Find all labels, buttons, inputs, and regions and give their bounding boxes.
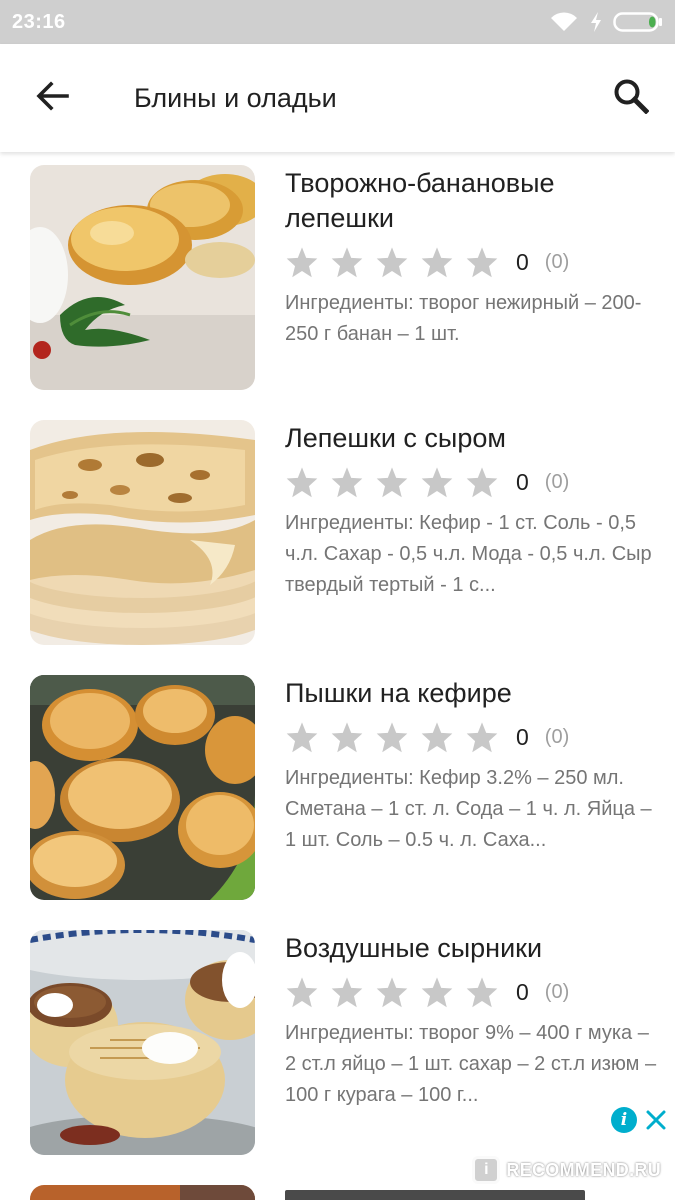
recipe-info: Воздушные сырники 0 (0) Ингредиенты: тво…	[285, 931, 665, 1111]
rating-value: 0	[516, 468, 529, 495]
recipe-ingredients: Ингредиенты: творог нежирный – 200-250 г…	[285, 292, 642, 345]
star-icon	[330, 462, 375, 502]
rating-count: (0)	[544, 725, 570, 748]
status-time: 23:16	[12, 10, 66, 33]
recipe-item[interactable]: Пышки на кефире 0 (0) Ингредиенты: Кефир…	[0, 662, 675, 917]
rating-value: 0	[516, 723, 529, 750]
close-icon[interactable]	[643, 1107, 669, 1133]
search-button[interactable]	[601, 68, 661, 128]
star-icon	[285, 242, 330, 282]
star-icon	[285, 717, 330, 757]
recipe-thumbnail	[30, 930, 255, 1155]
arrow-back-icon	[35, 80, 69, 116]
recipe-ingredients: Ингредиенты: Кефир 3.2% – 250 мл. Сметан…	[285, 767, 652, 851]
recipe-title: Пышки на кефире	[285, 678, 512, 708]
app-bar: Блины и оладьи	[0, 44, 675, 152]
ad-choices-badge[interactable]: i	[611, 1107, 669, 1133]
star-icon	[420, 717, 465, 757]
star-icon	[285, 972, 330, 1012]
recipe-thumbnail	[30, 165, 255, 390]
rating-value: 0	[516, 978, 529, 1005]
recipe-thumbnail	[30, 420, 255, 645]
rating-row: 0 (0)	[285, 456, 665, 508]
recipe-title-partial	[285, 1190, 585, 1200]
star-icon	[465, 462, 510, 502]
star-icon	[375, 242, 420, 282]
star-icon	[330, 972, 375, 1012]
star-icon	[465, 717, 510, 757]
star-icon	[285, 462, 330, 502]
recipe-info: Творожно-банановые лепешки 0 (0) Ингреди…	[285, 166, 665, 350]
recipe-item[interactable]: Воздушные сырники 0 (0) Ингредиенты: тво…	[0, 917, 675, 1172]
charging-icon	[589, 11, 603, 33]
star-icon	[420, 972, 465, 1012]
battery-icon	[613, 10, 663, 34]
back-button[interactable]	[22, 68, 82, 128]
status-bar: 23:16	[0, 0, 675, 44]
star-icon	[330, 717, 375, 757]
star-icon	[420, 242, 465, 282]
recipe-info: Пышки на кефире 0 (0) Ингредиенты: Кефир…	[285, 676, 665, 856]
watermark-logo-icon: i	[472, 1156, 501, 1184]
recipe-ingredients: Ингредиенты: Кефир - 1 ст. Соль - 0,5 ч.…	[285, 512, 652, 596]
recipe-title: Лепешки с сыром	[285, 423, 506, 453]
star-icon	[375, 462, 420, 502]
recipe-ingredients: Ингредиенты: творог 9% – 400 г мука – 2 …	[285, 1022, 657, 1106]
star-icon	[330, 242, 375, 282]
info-icon[interactable]: i	[611, 1107, 637, 1133]
rating-row: 0 (0)	[285, 711, 665, 763]
watermark-text: RECOMMEND.RU	[506, 1159, 661, 1180]
recipe-thumbnail	[30, 1185, 255, 1200]
star-icon	[420, 462, 465, 502]
star-icon	[465, 242, 510, 282]
star-icon	[465, 972, 510, 1012]
status-icons	[549, 10, 663, 34]
star-icon	[375, 717, 420, 757]
recipe-thumbnail	[30, 675, 255, 900]
rating-value: 0	[516, 248, 529, 275]
recipe-info: Лепешки с сыром 0 (0) Ингредиенты: Кефир…	[285, 421, 665, 601]
wifi-icon	[549, 11, 579, 33]
recipe-item[interactable]: Лепешки с сыром 0 (0) Ингредиенты: Кефир…	[0, 407, 675, 662]
recipe-title: Воздушные сырники	[285, 933, 543, 963]
page-title: Блины и оладьи	[134, 82, 337, 113]
search-icon	[613, 78, 650, 119]
rating-count: (0)	[544, 250, 570, 273]
rating-row: 0 (0)	[285, 236, 665, 288]
rating-row: 0 (0)	[285, 966, 665, 1018]
recipe-title: Творожно-банановые лепешки	[285, 168, 555, 233]
star-icon	[375, 972, 420, 1012]
watermark: i RECOMMEND.RU	[472, 1156, 661, 1184]
recipe-item[interactable]: Творожно-банановые лепешки 0 (0) Ингреди…	[0, 152, 675, 407]
recipe-list[interactable]: Творожно-банановые лепешки 0 (0) Ингреди…	[0, 152, 675, 1200]
rating-count: (0)	[544, 980, 570, 1003]
rating-count: (0)	[544, 470, 570, 493]
